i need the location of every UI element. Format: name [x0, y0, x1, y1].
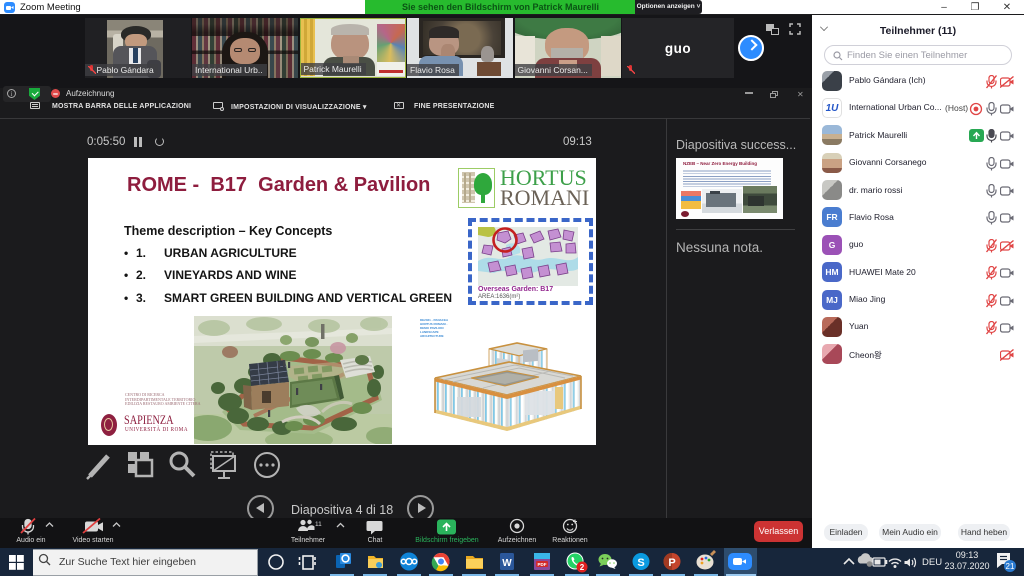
- svg-text:11: 11: [315, 521, 322, 528]
- svg-text:W: W: [502, 558, 512, 569]
- svg-text:2: 2: [580, 563, 585, 572]
- svg-text:P: P: [668, 557, 675, 569]
- svg-text:21: 21: [1006, 562, 1015, 571]
- svg-text:S: S: [637, 557, 644, 569]
- svg-text:PDF: PDF: [538, 562, 547, 567]
